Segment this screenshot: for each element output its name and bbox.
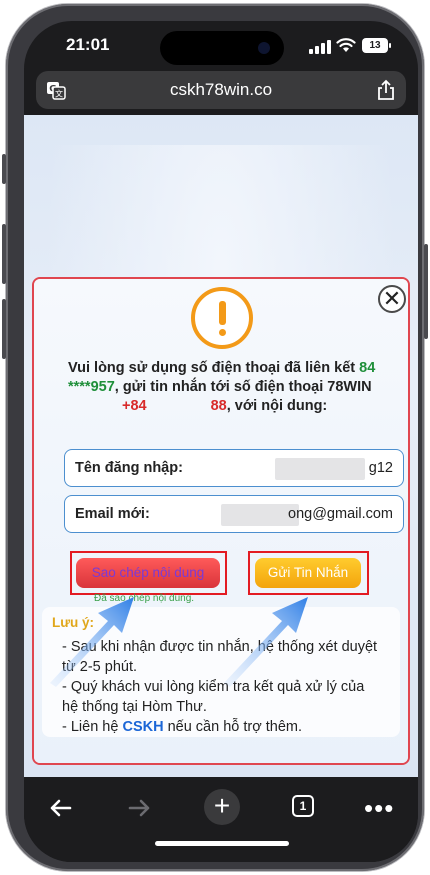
more-menu-icon[interactable]: ••• bbox=[364, 793, 394, 824]
target-phone-prefix: +84 bbox=[122, 398, 147, 414]
note-item: - Liên hệ CSKH nếu cần hỗ trợ thêm. bbox=[62, 719, 303, 735]
web-content: ✕ Vui lòng sử dụng số điện thoại đã liên… bbox=[24, 115, 418, 777]
email-value: ong@gmail.com bbox=[288, 506, 393, 522]
browser-toolbar: + 1 ••• bbox=[24, 777, 418, 862]
home-indicator[interactable] bbox=[155, 841, 289, 846]
sms-verification-dialog: ✕ Vui lòng sử dụng số điện thoại đã liên… bbox=[32, 277, 410, 765]
warning-icon bbox=[191, 287, 253, 349]
email-field[interactable]: Email mới: ong@gmail.com bbox=[64, 495, 404, 533]
forward-arrow-icon[interactable] bbox=[122, 791, 156, 825]
url-text: cskh78win.co bbox=[169, 80, 273, 99]
new-tab-button[interactable]: + bbox=[204, 789, 240, 825]
volume-down-button bbox=[2, 299, 6, 359]
pointer-arrow-icon bbox=[50, 597, 134, 687]
username-label: Tên đăng nhập: bbox=[75, 460, 183, 476]
pointer-arrow-icon bbox=[224, 597, 308, 687]
message-text-3: , với nội dung: bbox=[226, 398, 328, 414]
linked-phone-suffix: ****957 bbox=[68, 379, 115, 395]
back-arrow-icon[interactable] bbox=[44, 791, 78, 825]
redacted-mask bbox=[275, 458, 365, 480]
email-label: Email mới: bbox=[75, 506, 150, 522]
instruction-message: Vui lòng sử dụng số điện thoại đã liên k… bbox=[68, 359, 398, 416]
target-phone-suffix: 88 bbox=[210, 398, 227, 414]
share-icon[interactable] bbox=[376, 79, 396, 101]
linked-phone-prefix: 84 bbox=[359, 360, 376, 376]
phone-frame: 21:01 13 G 文 cskh78win.co bbox=[2, 4, 428, 871]
wifi-icon bbox=[336, 38, 356, 52]
battery-icon: 13 bbox=[362, 38, 391, 53]
camera-icon bbox=[258, 42, 270, 54]
highlight-box-send bbox=[248, 551, 369, 595]
username-value: g12 bbox=[368, 460, 393, 476]
cskh-link[interactable]: CSKH bbox=[122, 719, 163, 735]
status-bar: 21:01 13 bbox=[24, 21, 418, 73]
tabs-count-button[interactable]: 1 bbox=[292, 795, 314, 817]
highlight-box-copy bbox=[70, 551, 227, 595]
action-button bbox=[2, 154, 6, 184]
username-field[interactable]: Tên đăng nhập: g12 bbox=[64, 449, 404, 487]
power-button bbox=[424, 244, 428, 339]
dynamic-island bbox=[160, 31, 284, 65]
status-time: 21:01 bbox=[66, 35, 110, 54]
message-text-2: , gửi tin nhắn tới số điện thoại 78WIN bbox=[114, 379, 372, 395]
volume-up-button bbox=[2, 224, 6, 284]
close-icon[interactable]: ✕ bbox=[378, 285, 406, 313]
message-text: Vui lòng sử dụng số điện thoại đã liên k… bbox=[68, 360, 356, 376]
screen: 21:01 13 G 文 cskh78win.co bbox=[24, 21, 418, 862]
address-bar[interactable]: G 文 cskh78win.co bbox=[36, 71, 406, 109]
cellular-signal-icon bbox=[309, 40, 331, 54]
